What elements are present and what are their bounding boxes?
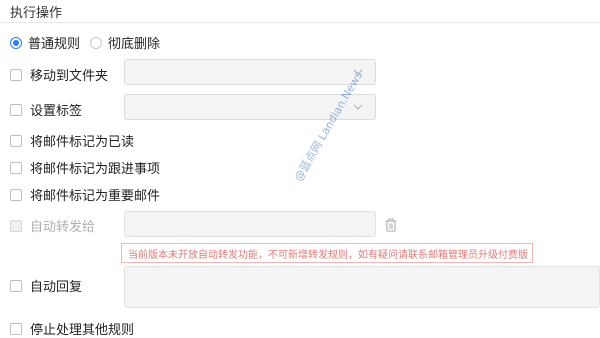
section-title: 执行操作 xyxy=(10,6,63,21)
mark-read-label: 将邮件标记为已读 xyxy=(30,135,135,150)
move-to-folder-label: 移动到文件夹 xyxy=(30,69,109,84)
radio-normal-rule[interactable]: 普通规则 xyxy=(10,33,80,52)
auto-forward-row: 自动转发给 xyxy=(10,216,95,235)
folder-select[interactable] xyxy=(124,59,376,85)
mark-followup-checkbox[interactable] xyxy=(10,161,22,174)
set-tag-checkbox[interactable] xyxy=(10,103,22,116)
mark-followup-label: 将邮件标记为跟进事项 xyxy=(30,162,161,177)
radio-permanent-delete[interactable]: 彻底删除 xyxy=(90,33,160,52)
section-divider xyxy=(0,22,600,23)
auto-forward-warning: 当前版本未开放自动转发功能，不可新增转发规则，如有疑问请联系邮箱管理员升级付费版 xyxy=(121,243,533,263)
radio-normal-rule-dot[interactable] xyxy=(10,36,22,49)
auto-reply-textarea[interactable] xyxy=(124,266,600,308)
mark-read-row: 将邮件标记为已读 xyxy=(10,131,134,150)
stop-processing-checkbox[interactable] xyxy=(10,322,22,335)
mark-important-label: 将邮件标记为重要邮件 xyxy=(30,189,161,204)
mark-read-checkbox[interactable] xyxy=(10,134,22,147)
auto-forward-label: 自动转发给 xyxy=(30,220,96,235)
radio-permanent-delete-label: 彻底删除 xyxy=(108,37,161,52)
rule-type-radio-group: 普通规则 彻底删除 xyxy=(10,33,170,52)
forward-address-input xyxy=(124,211,376,237)
mark-followup-row: 将邮件标记为跟进事项 xyxy=(10,158,160,177)
radio-normal-rule-label: 普通规则 xyxy=(28,37,81,52)
stop-processing-row: 停止处理其他规则 xyxy=(10,319,134,338)
auto-reply-label: 自动回复 xyxy=(30,280,83,295)
set-tag-row: 设置标签 xyxy=(10,100,82,119)
chevron-down-icon xyxy=(353,104,363,110)
stop-processing-label: 停止处理其他规则 xyxy=(30,323,135,338)
trash-icon[interactable] xyxy=(385,218,397,232)
set-tag-label: 设置标签 xyxy=(30,104,83,119)
auto-forward-checkbox xyxy=(10,219,22,232)
auto-reply-checkbox[interactable] xyxy=(10,279,22,292)
move-to-folder-checkbox[interactable] xyxy=(10,68,22,81)
mark-important-row: 将邮件标记为重要邮件 xyxy=(10,185,160,204)
mark-important-checkbox[interactable] xyxy=(10,188,22,201)
watermark: @蓝点网 Landian.News xyxy=(291,69,366,184)
radio-permanent-delete-dot[interactable] xyxy=(90,36,103,49)
move-to-folder-row: 移动到文件夹 xyxy=(10,65,108,84)
auto-reply-row: 自动回复 xyxy=(10,276,82,295)
